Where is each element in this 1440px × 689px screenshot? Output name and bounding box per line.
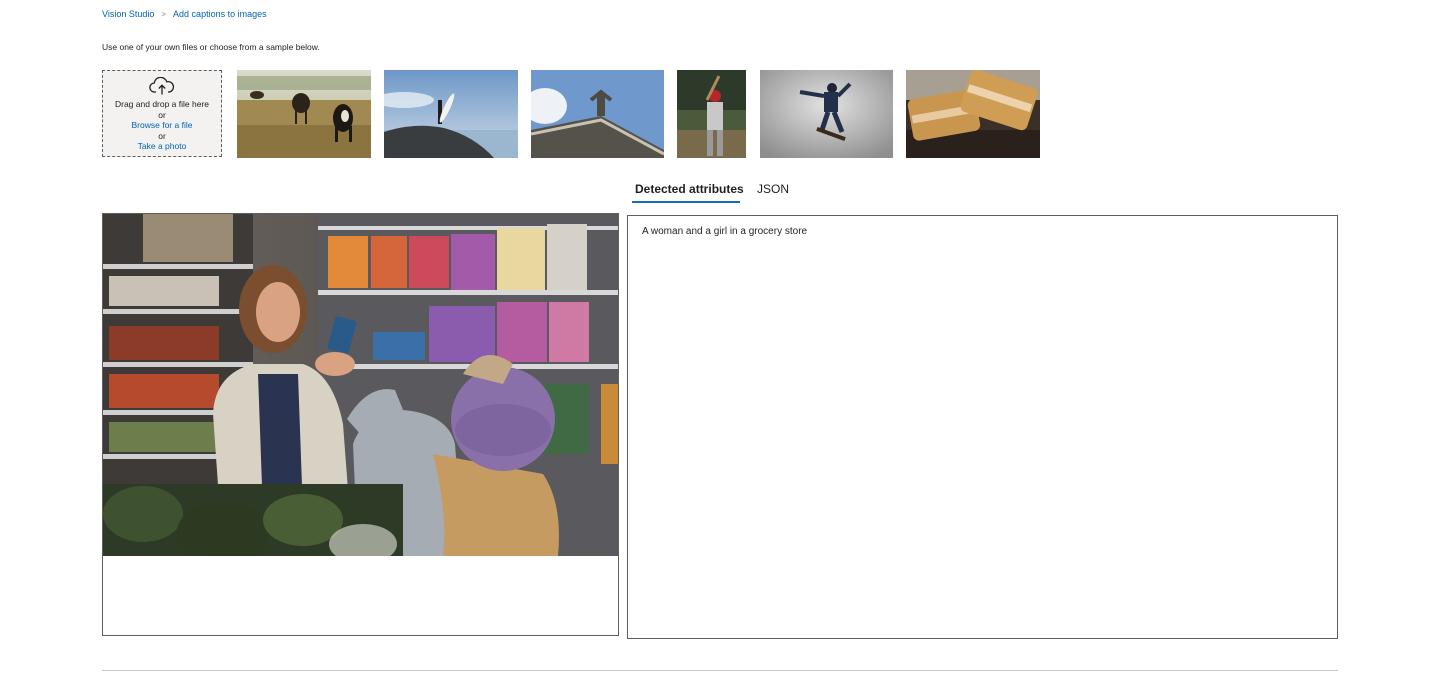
or-text: or [158, 130, 166, 141]
sample-image-skateboarder[interactable] [760, 70, 893, 158]
browse-file-link[interactable]: Browse for a file [132, 120, 193, 131]
baseball-photo [677, 70, 746, 158]
upload-dropzone[interactable]: Drag and drop a file here or Browse for … [102, 70, 222, 157]
sample-image-cows[interactable] [237, 70, 371, 158]
tab-json[interactable]: JSON [757, 182, 789, 200]
or-text: or [158, 109, 166, 120]
drag-drop-text: Drag and drop a file here [114, 99, 210, 109]
bottom-divider [102, 670, 1338, 671]
take-photo-link[interactable]: Take a photo [138, 141, 187, 152]
caption-text: A woman and a girl in a grocery store [642, 226, 808, 237]
breadcrumb-separator: > [161, 9, 167, 19]
sample-image-surfer[interactable] [384, 70, 518, 158]
sandwich-photo [906, 70, 1040, 158]
skateboarder-photo [760, 70, 893, 158]
cows-photo [237, 70, 371, 158]
breadcrumb-add-captions[interactable]: Add captions to images [173, 9, 267, 19]
active-tab-indicator [632, 201, 740, 203]
breadcrumb: Vision Studio > Add captions to images [102, 8, 267, 20]
sample-image-sandwich[interactable] [906, 70, 1040, 158]
result-panel [627, 215, 1338, 639]
sample-image-building[interactable] [531, 70, 664, 158]
breadcrumb-vision-studio[interactable]: Vision Studio [102, 9, 154, 19]
intro-text: Use one of your own files or choose from… [102, 42, 320, 52]
main-photo-grocery [103, 214, 618, 556]
building-photo [531, 70, 664, 158]
surfer-photo [384, 70, 518, 158]
sample-image-baseball[interactable] [677, 70, 746, 158]
tab-detected-attributes[interactable]: Detected attributes [635, 182, 744, 200]
cloud-upload-icon [149, 77, 175, 95]
